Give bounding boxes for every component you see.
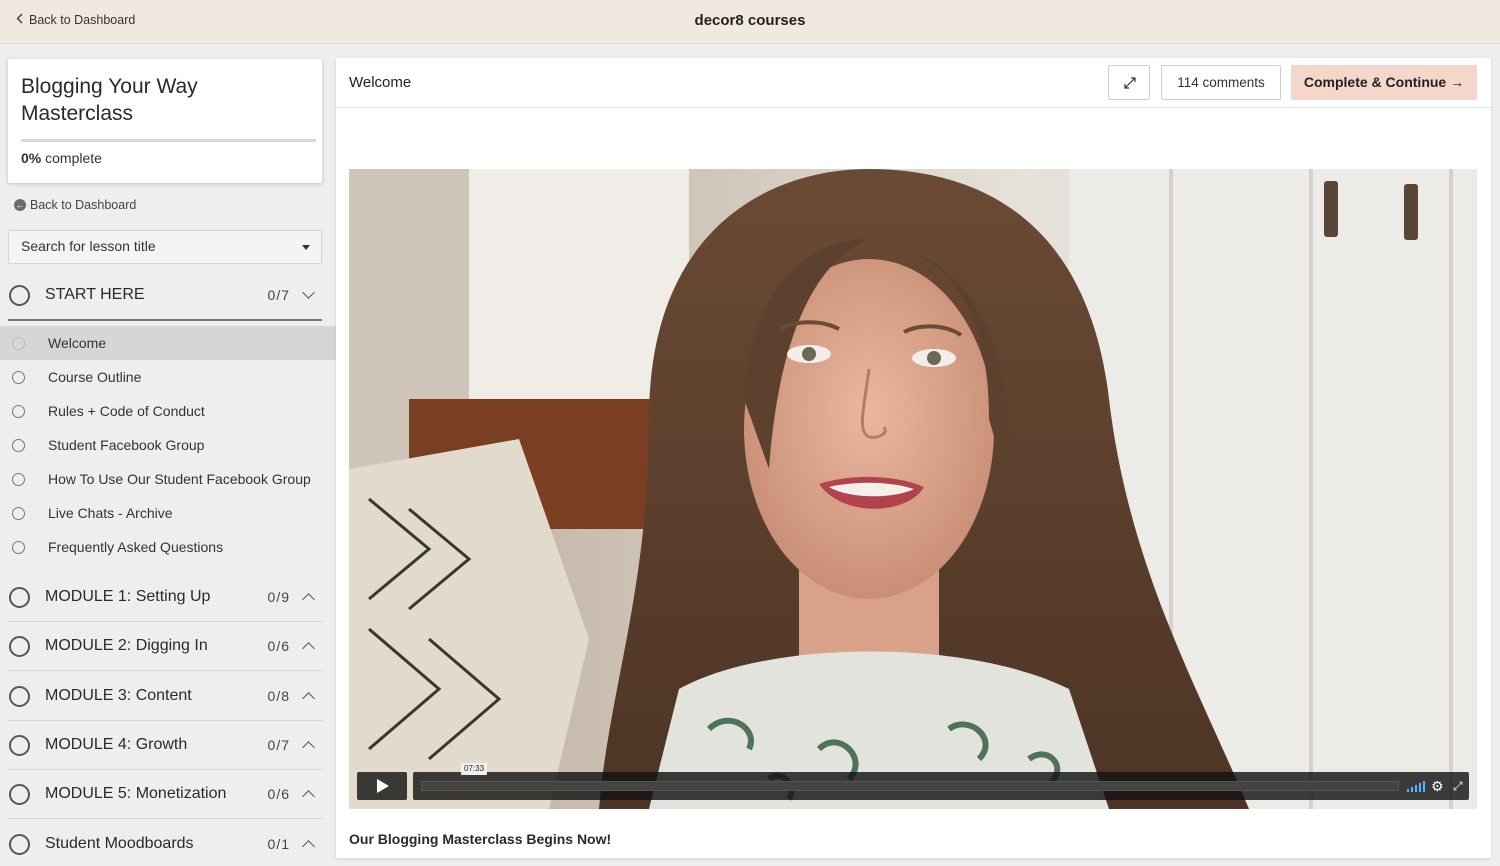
video-control-bar: 07:33 ⚙ ⤢ (413, 763, 1469, 800)
lesson-label: Frequently Asked Questions (48, 539, 224, 555)
section-progress-ring-icon (9, 783, 30, 805)
chevron-up-icon (302, 642, 315, 655)
complete-and-continue-button[interactable]: Complete & Continue → (1291, 65, 1477, 100)
progress-suffix: complete (41, 150, 102, 166)
video-scrubber[interactable] (421, 781, 1399, 791)
section-module-1[interactable]: MODULE 1: Setting Up 0/9 (8, 573, 322, 621)
section-divider (8, 818, 322, 819)
section-progress-ring-icon (9, 833, 30, 855)
lesson-content-panel: Welcome 114 comments Complete & Continue… (336, 58, 1491, 858)
sidebar-back-to-dashboard-link[interactable]: ← Back to Dashboard (14, 198, 136, 212)
lesson-item-course-outline[interactable]: Course Outline (0, 360, 336, 394)
comments-button[interactable]: 114 comments (1161, 65, 1281, 100)
lesson-status-circle-icon (12, 472, 25, 486)
lesson-label: How To Use Our Student Facebook Group (48, 471, 311, 487)
course-title: Blogging Your Way Masterclass (21, 75, 198, 125)
section-count: 0/6 (267, 638, 290, 654)
chevron-up-icon (302, 593, 315, 606)
section-name: MODULE 1: Setting Up (45, 588, 211, 605)
video-controls: 07:33 ⚙ ⤢ (357, 763, 1469, 800)
lesson-item-rules[interactable]: Rules + Code of Conduct (0, 394, 336, 428)
section-count: 0/8 (267, 688, 290, 704)
lesson-search-select[interactable]: Search for lesson title (8, 230, 322, 264)
lesson-title: Welcome (349, 74, 412, 91)
expand-arrows-icon (1124, 77, 1136, 89)
fullscreen-icon[interactable]: ⤢ (1453, 778, 1463, 794)
lesson-label: Course Outline (48, 369, 142, 385)
section-name: MODULE 3: Content (45, 687, 192, 704)
chevron-up-icon (302, 741, 315, 754)
chevron-up-icon (302, 840, 315, 853)
lesson-item-faq[interactable]: Frequently Asked Questions (0, 530, 336, 564)
section-name: MODULE 4: Growth (45, 736, 188, 753)
lesson-search-placeholder: Search for lesson title (21, 238, 156, 254)
section-count: 0/6 (267, 786, 290, 802)
settings-gear-icon[interactable]: ⚙ (1431, 778, 1444, 794)
video-player[interactable]: 07:33 ⚙ ⤢ (349, 169, 1477, 809)
lesson-label: Live Chats - Archive (48, 505, 173, 521)
section-module-3[interactable]: MODULE 3: Content 0/8 (8, 672, 322, 720)
lesson-status-circle-icon (12, 404, 25, 418)
section-start-here[interactable]: START HERE 0/7 (8, 271, 322, 319)
lesson-status-circle-icon (12, 540, 25, 554)
section-student-moodboards[interactable]: Student Moodboards 0/1 (8, 820, 322, 866)
course-sidebar: Blogging Your Way Masterclass 0% complet… (0, 44, 336, 866)
video-caption: Our Blogging Masterclass Begins Now! (349, 831, 612, 847)
expand-view-button[interactable] (1108, 65, 1150, 100)
chevron-down-icon (302, 286, 315, 299)
section-module-5[interactable]: MODULE 5: Monetization 0/6 (8, 770, 322, 818)
arrow-left-circle-icon: ← (14, 199, 26, 211)
section-progress-ring-icon (9, 685, 30, 707)
video-frame-image (349, 169, 1477, 809)
chevron-up-icon (302, 790, 315, 803)
section-module-4[interactable]: MODULE 4: Growth 0/7 (8, 721, 322, 769)
section-count: 0/7 (267, 737, 290, 753)
section-name: START HERE (45, 286, 145, 303)
lesson-status-circle-icon (12, 438, 25, 452)
lesson-header: Welcome 114 comments Complete & Continue… (336, 58, 1491, 108)
lesson-status-circle-icon (12, 506, 25, 520)
section-divider (8, 319, 322, 321)
course-progress-card: Blogging Your Way Masterclass 0% complet… (8, 59, 322, 183)
section-count: 0/7 (267, 287, 290, 303)
section-progress-ring-icon (9, 635, 30, 657)
video-timecode: 07:33 (461, 763, 488, 775)
sidebar-back-label: Back to Dashboard (30, 198, 137, 212)
volume-icon[interactable] (1407, 781, 1425, 792)
play-button[interactable] (357, 772, 407, 800)
section-count: 0/1 (267, 836, 290, 852)
section-count: 0/9 (267, 589, 290, 605)
section-divider (8, 670, 322, 671)
course-progress-bar (21, 139, 316, 142)
caret-down-icon (302, 245, 310, 250)
chevron-up-icon (302, 692, 315, 705)
lesson-label: Rules + Code of Conduct (48, 403, 205, 419)
lesson-item-welcome[interactable]: Welcome (0, 326, 336, 360)
lesson-status-circle-icon (12, 370, 25, 384)
lesson-item-how-to-use-facebook-group[interactable]: How To Use Our Student Facebook Group (0, 462, 336, 496)
lesson-label: Student Facebook Group (48, 437, 205, 453)
section-name: MODULE 2: Digging In (45, 637, 208, 654)
section-module-2[interactable]: MODULE 2: Digging In 0/6 (8, 622, 322, 670)
lesson-status-circle-icon (12, 336, 25, 350)
top-bar: Back to Dashboard decor8 courses (0, 0, 1500, 44)
lesson-item-facebook-group[interactable]: Student Facebook Group (0, 428, 336, 462)
lesson-item-live-chats[interactable]: Live Chats - Archive (0, 496, 336, 530)
section-progress-ring-icon (9, 734, 30, 756)
section-name: Student Moodboards (45, 835, 194, 852)
section-progress-ring-icon (9, 284, 30, 306)
lesson-label: Welcome (48, 335, 107, 351)
section-progress-ring-icon (9, 586, 30, 608)
brand-title: decor8 courses (694, 12, 806, 29)
section-name: MODULE 5: Monetization (45, 785, 227, 802)
course-progress-text: 0% complete (21, 150, 102, 166)
progress-value: 0% (21, 150, 42, 166)
